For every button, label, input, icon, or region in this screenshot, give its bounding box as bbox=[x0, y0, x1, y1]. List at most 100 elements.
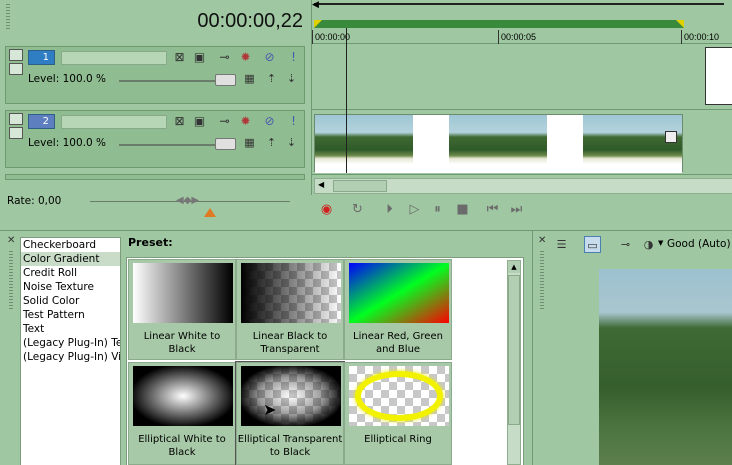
mute-icon[interactable]: ⊘ bbox=[262, 50, 277, 65]
ruler-tick-label: 00:00:10 bbox=[684, 32, 720, 42]
track-motion-icon[interactable]: ▦ bbox=[242, 135, 257, 150]
preset-linear-black-to-transparent[interactable]: Linear Black to Transparent bbox=[236, 259, 344, 360]
panel-grip[interactable] bbox=[6, 4, 10, 30]
close-icon[interactable]: ✕ bbox=[7, 235, 15, 246]
rate-area: Rate: 0,00 ◀◆▶ bbox=[0, 186, 311, 230]
play-button[interactable]: ▷ bbox=[406, 201, 423, 218]
generator-plugin-list[interactable]: Checkerboard Color Gradient Credit Roll … bbox=[20, 237, 121, 465]
horizontal-scrollbar[interactable]: ◀ bbox=[314, 178, 732, 194]
go-to-start-button[interactable]: ⏮ bbox=[484, 201, 501, 218]
panel-grip[interactable] bbox=[540, 251, 544, 311]
ruler-tick-label: 00:00:00 bbox=[315, 32, 351, 42]
preset-linear-white-to-black[interactable]: Linear White to Black bbox=[128, 259, 236, 360]
compositing-mode-icon[interactable]: ⊠ bbox=[172, 114, 187, 129]
preset-thumbnail bbox=[241, 263, 341, 323]
solo-icon[interactable]: ! bbox=[286, 114, 301, 129]
preview-quality-select[interactable]: Good (Auto) bbox=[667, 238, 731, 250]
overlays-icon[interactable]: ◑ bbox=[640, 236, 657, 253]
track-expand-button[interactable] bbox=[9, 63, 23, 75]
loop-region-bar[interactable] bbox=[314, 20, 684, 28]
vertical-scrollbar[interactable]: ▲ bbox=[507, 260, 521, 465]
timeline[interactable]: ◀ 00:00:00 00:00:05 00:00:10 ◀ bbox=[311, 0, 732, 195]
parent-overlay-icon[interactable]: ▣ bbox=[192, 114, 207, 129]
rate-marker-icon[interactable] bbox=[204, 208, 216, 217]
track-lane-2[interactable] bbox=[312, 110, 732, 175]
record-button[interactable]: ◉ bbox=[318, 201, 335, 218]
loop-playback-button[interactable]: ↻ bbox=[349, 201, 366, 218]
preview-properties-icon[interactable]: ☰ bbox=[553, 236, 570, 253]
level-slider-thumb[interactable] bbox=[215, 74, 236, 86]
mouse-cursor-icon: ➤ bbox=[263, 400, 277, 419]
track-expand-button[interactable] bbox=[9, 127, 23, 139]
preset-thumbnail bbox=[133, 366, 233, 426]
external-monitor-icon[interactable]: ▭ bbox=[584, 236, 601, 253]
vertical-scrollbar-thumb[interactable] bbox=[508, 275, 520, 425]
time-ruler[interactable]: 00:00:00 00:00:05 00:00:10 bbox=[312, 30, 732, 44]
plugin-item-color-gradient[interactable]: Color Gradient bbox=[21, 252, 120, 266]
go-to-end-button[interactable]: ⏭ bbox=[508, 201, 525, 218]
composite-level-up-icon[interactable]: ⇡ bbox=[264, 71, 279, 86]
split-screen-icon[interactable]: ⊸ bbox=[617, 236, 634, 253]
track-minimize-button[interactable] bbox=[9, 113, 23, 125]
preset-thumbnail bbox=[349, 366, 449, 426]
rate-slider-knob[interactable]: ◀◆▶ bbox=[176, 195, 199, 206]
motion-icon[interactable]: ⊸ bbox=[217, 50, 232, 65]
ruler-tick-label: 00:00:05 bbox=[501, 32, 537, 42]
compositing-mode-icon[interactable]: ⊠ bbox=[172, 50, 187, 65]
preset-thumbnail bbox=[133, 263, 233, 323]
plugin-item-credit-roll[interactable]: Credit Roll bbox=[21, 266, 120, 280]
scroll-up-icon[interactable]: ▲ bbox=[508, 261, 520, 273]
pause-button[interactable]: ⏸ bbox=[429, 201, 446, 218]
level-label: Level: 100.0 % bbox=[28, 73, 106, 85]
plugin-item-legacy-text[interactable]: (Legacy Plug-In) Text bbox=[21, 336, 120, 350]
track-motion-icon[interactable]: ▦ bbox=[242, 71, 257, 86]
preset-label-text: Elliptical White to Black bbox=[138, 434, 226, 458]
track-header-1[interactable]: 1 ⊠ ▣ ⊸ ✹ ⊘ ! Level: 100.0 % ▦ ⇡ ⇣ bbox=[5, 46, 305, 104]
motion-icon[interactable]: ⊸ bbox=[217, 114, 232, 129]
panel-grip[interactable] bbox=[9, 251, 13, 311]
parent-overlay-icon[interactable]: ▣ bbox=[192, 50, 207, 65]
clip-thumbnail bbox=[315, 115, 413, 173]
track-header-3-partial[interactable] bbox=[5, 174, 305, 180]
preset-linear-red-green-blue[interactable]: Linear Red, Green and Blue bbox=[344, 259, 452, 360]
track-fx-icon[interactable]: ✹ bbox=[238, 114, 253, 129]
track-header-2[interactable]: 2 ⊠ ▣ ⊸ ✹ ⊘ ! Level: 100.0 % ▦ ⇡ ⇣ bbox=[5, 110, 305, 168]
plugin-item-solid-color[interactable]: Solid Color bbox=[21, 294, 120, 308]
stop-button[interactable]: ■ bbox=[454, 201, 471, 218]
track-fx-icon[interactable]: ✹ bbox=[238, 50, 253, 65]
play-from-start-button[interactable]: ⏵ bbox=[381, 201, 398, 218]
plugin-item-test-pattern[interactable]: Test Pattern bbox=[21, 308, 120, 322]
quality-dropdown-arrow-icon[interactable]: ▼ bbox=[658, 239, 663, 247]
level-label: Level: 100.0 % bbox=[28, 137, 106, 149]
track-name-field[interactable] bbox=[61, 51, 167, 65]
video-clip[interactable] bbox=[705, 47, 732, 105]
rate-label: Rate: 0,00 bbox=[7, 195, 62, 207]
preset-elliptical-transparent-to-black[interactable]: ➤ Elliptical Transparent to Black bbox=[235, 361, 345, 465]
track-minimize-button[interactable] bbox=[9, 49, 23, 61]
scroll-left-icon[interactable]: ◀ bbox=[318, 180, 324, 189]
video-clip[interactable] bbox=[314, 114, 683, 173]
clip-fx-icon[interactable] bbox=[665, 131, 677, 143]
composite-level-down-icon[interactable]: ⇣ bbox=[284, 71, 299, 86]
track-name-field[interactable] bbox=[61, 115, 167, 129]
preset-elliptical-white-to-black[interactable]: Elliptical White to Black bbox=[128, 362, 236, 465]
horizontal-scrollbar-thumb[interactable] bbox=[333, 180, 387, 192]
preset-elliptical-ring[interactable]: Elliptical Ring bbox=[344, 362, 452, 465]
close-icon[interactable]: ✕ bbox=[538, 235, 546, 246]
playhead-cursor[interactable] bbox=[346, 28, 347, 173]
timeline-top-bar bbox=[314, 3, 724, 5]
track-lane-1[interactable] bbox=[312, 45, 732, 110]
solo-icon[interactable]: ! bbox=[286, 50, 301, 65]
mute-icon[interactable]: ⊘ bbox=[262, 114, 277, 129]
plugin-item-text[interactable]: Text bbox=[21, 322, 120, 336]
plugin-item-noise-texture[interactable]: Noise Texture bbox=[21, 280, 120, 294]
composite-level-down-icon[interactable]: ⇣ bbox=[284, 135, 299, 150]
loop-end-marker-icon[interactable] bbox=[676, 20, 684, 28]
plugin-item-legacy-video[interactable]: (Legacy Plug-In) Video bbox=[21, 350, 120, 364]
clip-thumbnail-blank bbox=[413, 115, 449, 173]
plugin-item-checkerboard[interactable]: Checkerboard bbox=[21, 238, 120, 252]
clip-thumbnail-blank bbox=[547, 115, 583, 173]
loop-start-marker-icon[interactable] bbox=[314, 20, 322, 28]
level-slider-thumb[interactable] bbox=[215, 138, 236, 150]
composite-level-up-icon[interactable]: ⇡ bbox=[264, 135, 279, 150]
